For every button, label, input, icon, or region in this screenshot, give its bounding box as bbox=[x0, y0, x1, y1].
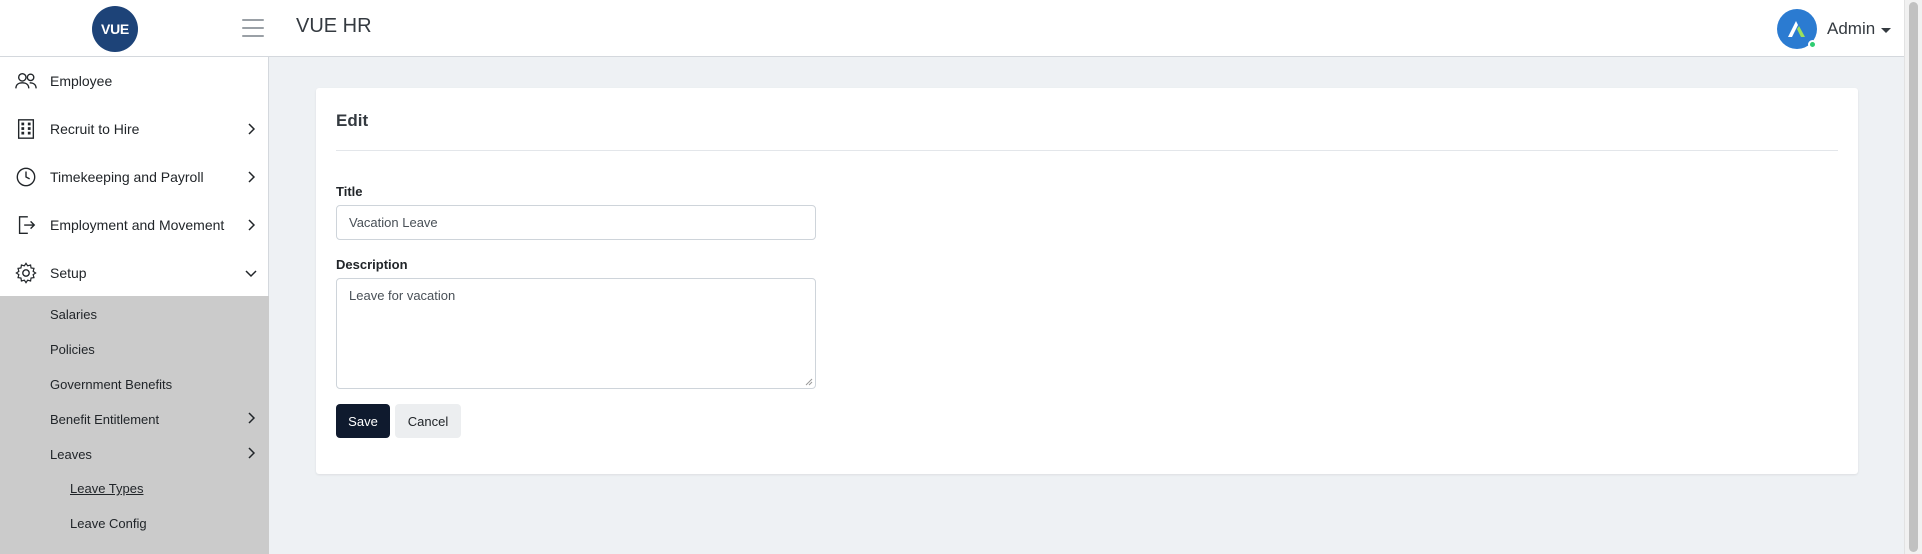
caret-down-icon bbox=[1881, 27, 1892, 33]
description-textarea[interactable]: Leave for vacation bbox=[336, 278, 816, 389]
clock-icon bbox=[16, 167, 36, 187]
title-input-value: Vacation Leave bbox=[349, 215, 438, 230]
submenu-item-leaves[interactable]: Leaves bbox=[50, 447, 92, 462]
cancel-button[interactable]: Cancel bbox=[395, 404, 461, 438]
edit-card: Edit Title Vacation Leave Description Le… bbox=[316, 88, 1858, 474]
sidebar-item-label: Recruit to Hire bbox=[50, 121, 140, 137]
save-button[interactable]: Save bbox=[336, 404, 390, 438]
scrollbar-thumb[interactable] bbox=[1909, 2, 1918, 552]
chevron-right-icon bbox=[248, 412, 256, 424]
gear-icon bbox=[15, 262, 37, 284]
sidebar-item-employee[interactable]: Employee bbox=[0, 57, 269, 105]
submenu-item-leave-config[interactable]: Leave Config bbox=[70, 516, 147, 531]
app-logo[interactable]: VUE bbox=[92, 6, 138, 52]
sidebar-item-label: Setup bbox=[50, 265, 87, 281]
users-icon bbox=[15, 72, 37, 89]
submenu-item-policies[interactable]: Policies bbox=[50, 342, 95, 357]
description-label: Description bbox=[336, 257, 408, 272]
submenu-item-salaries[interactable]: Salaries bbox=[50, 307, 97, 322]
submenu-item-benefit-entitlement[interactable]: Benefit Entitlement bbox=[50, 412, 159, 427]
resize-handle-icon[interactable] bbox=[805, 378, 813, 386]
submenu-item-government-benefits[interactable]: Government Benefits bbox=[50, 377, 172, 392]
chevron-right-icon bbox=[248, 171, 256, 183]
avatar bbox=[1777, 9, 1817, 49]
sidebar: Employee Recruit to Hire Timekeeping and… bbox=[0, 57, 269, 554]
hamburger-menu-icon[interactable] bbox=[242, 19, 264, 37]
exit-icon bbox=[18, 216, 36, 234]
sidebar-item-label: Timekeeping and Payroll bbox=[50, 169, 204, 185]
sidebar-item-recruit-to-hire[interactable]: Recruit to Hire bbox=[0, 105, 269, 153]
title-label: Title bbox=[336, 184, 363, 199]
top-bar: VUE VUE HR Admin bbox=[0, 0, 1904, 57]
card-title: Edit bbox=[336, 111, 369, 130]
sidebar-item-label: Employment and Movement bbox=[50, 217, 225, 233]
app-title: VUE HR bbox=[296, 15, 372, 37]
online-status-dot bbox=[1808, 40, 1817, 49]
page-scrollbar[interactable] bbox=[1904, 0, 1922, 554]
building-icon bbox=[17, 119, 35, 139]
title-input[interactable]: Vacation Leave bbox=[336, 205, 816, 240]
logo-text: VUE bbox=[101, 21, 129, 37]
sidebar-item-employment-and-movement[interactable]: Employment and Movement bbox=[0, 201, 269, 249]
setup-submenu: Salaries Policies Government Benefits Be… bbox=[0, 296, 269, 554]
user-menu[interactable]: Admin bbox=[1777, 9, 1892, 49]
divider bbox=[336, 150, 1838, 151]
sidebar-item-timekeeping-and-payroll[interactable]: Timekeeping and Payroll bbox=[0, 153, 269, 201]
chevron-right-icon bbox=[248, 447, 256, 459]
chevron-down-icon bbox=[245, 270, 257, 278]
submenu-item-leave-types[interactable]: Leave Types bbox=[70, 481, 143, 496]
sidebar-item-setup[interactable]: Setup bbox=[0, 249, 269, 297]
chevron-right-icon bbox=[248, 219, 256, 231]
description-textarea-value: Leave for vacation bbox=[349, 288, 456, 303]
chevron-right-icon bbox=[248, 123, 256, 135]
user-name: Admin bbox=[1827, 19, 1876, 38]
sidebar-item-label: Employee bbox=[50, 73, 113, 89]
